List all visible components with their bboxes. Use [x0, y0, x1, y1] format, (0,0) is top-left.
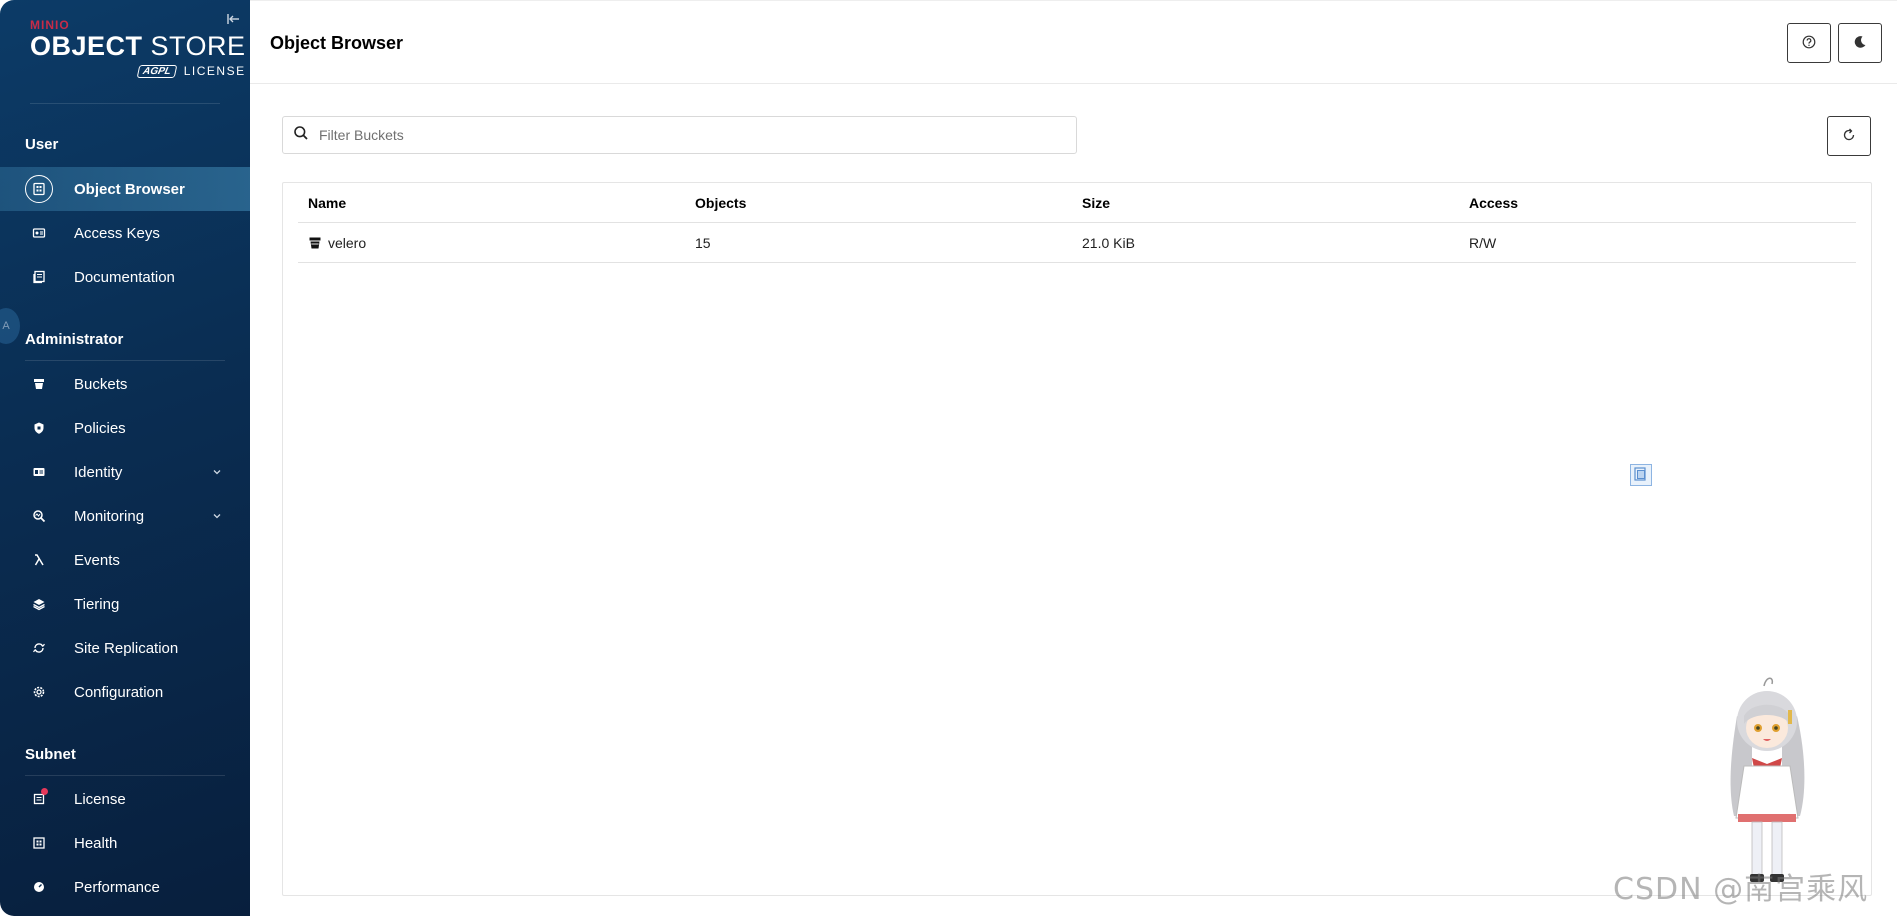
sidebar-item-buckets[interactable]: Buckets [0, 362, 250, 406]
sidebar-item-policies[interactable]: Policies [0, 406, 250, 450]
sidebar-item-health[interactable]: Health [0, 821, 250, 865]
identity-icon [25, 458, 53, 486]
sidebar-item-label: Documentation [74, 268, 175, 286]
bucket-icon [25, 370, 53, 398]
filter-buckets-field[interactable] [282, 116, 1077, 154]
page-title: Object Browser [270, 33, 404, 53]
column-header-access[interactable]: Access [1469, 183, 1518, 223]
chevron-down-icon[interactable] [210, 465, 224, 479]
logo-product-light: STORE [150, 31, 246, 61]
refresh-icon [1842, 128, 1856, 145]
main-content: Object Browser Filter Buckets Name Objec… [250, 0, 1897, 916]
mascot-character-image [1722, 676, 1812, 886]
section-divider [25, 775, 225, 776]
license-label: LICENSE [183, 64, 246, 78]
license-icon [25, 785, 53, 813]
replication-icon [25, 634, 53, 662]
access-keys-icon [25, 219, 53, 247]
sidebar-item-tiering[interactable]: Tiering [0, 582, 250, 626]
layers-icon [25, 590, 53, 618]
app-window: MINIO OBJECT STORE AGPL LICENSE A User O… [0, 0, 1897, 916]
section-title-user: User [25, 136, 59, 153]
sidebar: MINIO OBJECT STORE AGPL LICENSE A User O… [0, 0, 250, 916]
theme-toggle-button[interactable] [1838, 23, 1882, 63]
sidebar-item-label: License [74, 790, 126, 808]
sidebar-item-label: Performance [74, 878, 160, 896]
sidebar-item-label: Tiering [74, 595, 120, 613]
column-header-objects[interactable]: Objects [695, 183, 746, 223]
monitoring-icon [25, 502, 53, 530]
sidebar-item-label: Policies [74, 419, 126, 437]
sidebar-item-label: Identity [74, 463, 123, 481]
table-header: Name Objects Size Access [298, 183, 1856, 223]
floating-widget-icon[interactable] [1630, 464, 1652, 486]
bucket-size-cell: 21.0 KiB [1082, 235, 1135, 251]
bucket-access-cell: R/W [1469, 235, 1497, 251]
sidebar-item-object-browser[interactable]: Object Browser [0, 167, 250, 211]
sidebar-item-label: Monitoring [74, 507, 145, 525]
buckets-table: Name Objects Size Access velero 15 21.0 … [298, 183, 1856, 263]
column-header-name[interactable]: Name [308, 183, 346, 223]
section-title-administrator: Administrator [25, 331, 124, 348]
minio-logo: MINIO OBJECT STORE AGPL LICENSE [30, 18, 246, 78]
page-header: Object Browser [250, 0, 1897, 84]
sidebar-item-performance[interactable]: Performance [0, 865, 250, 909]
collapse-sidebar-icon[interactable] [224, 12, 242, 30]
bucket-icon [308, 236, 322, 250]
logo-product: OBJECT STORE [30, 32, 246, 60]
logo-divider [30, 103, 220, 104]
sidebar-item-license[interactable]: License [0, 777, 250, 821]
logo-vendor: MINIO [30, 18, 70, 32]
shield-icon [25, 414, 53, 442]
sidebar-item-configuration[interactable]: Configuration [0, 670, 250, 714]
performance-icon [25, 873, 53, 901]
sidebar-item-monitoring[interactable]: Monitoring [0, 494, 250, 538]
lambda-icon [25, 546, 53, 574]
side-handle[interactable]: A [0, 308, 20, 344]
sidebar-item-label: Configuration [74, 683, 164, 701]
agpl-badge: AGPL [136, 64, 178, 78]
sidebar-item-access-keys[interactable]: Access Keys [0, 211, 250, 255]
gear-icon [25, 678, 53, 706]
column-header-size[interactable]: Size [1082, 183, 1110, 223]
health-icon [25, 829, 53, 857]
bucket-name-cell[interactable]: velero [308, 223, 366, 263]
documentation-icon [25, 263, 53, 291]
help-icon [1802, 35, 1816, 52]
logo-product-bold: OBJECT [30, 31, 143, 61]
section-title-subnet: Subnet [25, 746, 76, 763]
sidebar-item-identity[interactable]: Identity [0, 450, 250, 494]
filter-buckets-input[interactable] [319, 127, 1059, 143]
logo-license: AGPL LICENSE [30, 64, 246, 78]
sidebar-item-site-replication[interactable]: Site Replication [0, 626, 250, 670]
object-browser-icon [25, 175, 53, 203]
section-divider [25, 360, 225, 361]
sidebar-item-label: Site Replication [74, 639, 179, 657]
buckets-table-panel: Name Objects Size Access velero 15 21.0 … [282, 182, 1872, 896]
sidebar-item-documentation[interactable]: Documentation [0, 255, 250, 299]
notification-badge [41, 788, 48, 795]
watermark-text: CSDN @南宫乘风 [1613, 872, 1869, 907]
search-icon [293, 125, 309, 146]
bucket-objects-cell: 15 [695, 235, 711, 251]
moon-icon [1853, 35, 1867, 52]
sidebar-item-label: Buckets [74, 375, 128, 393]
bucket-name: velero [328, 235, 367, 251]
chevron-down-icon[interactable] [210, 509, 224, 523]
refresh-button[interactable] [1827, 116, 1871, 156]
sidebar-item-label: Access Keys [74, 224, 160, 242]
sidebar-item-label: Events [74, 551, 120, 569]
sidebar-item-events[interactable]: Events [0, 538, 250, 582]
table-row[interactable]: velero 15 21.0 KiB R/W [298, 223, 1856, 263]
sidebar-item-label: Health [74, 834, 118, 852]
help-button[interactable] [1787, 23, 1831, 63]
sidebar-item-label: Object Browser [74, 180, 185, 198]
